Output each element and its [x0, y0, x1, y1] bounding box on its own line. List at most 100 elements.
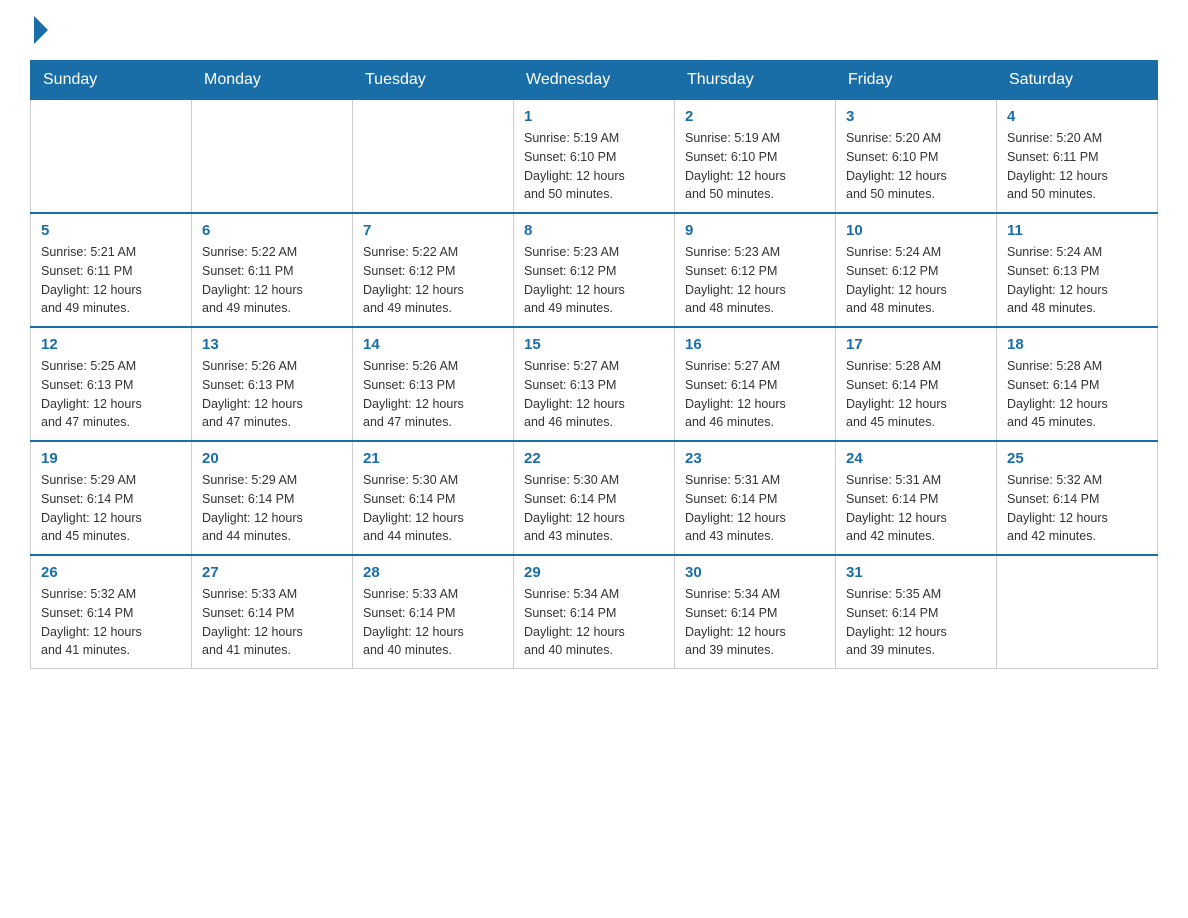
calendar-cell: 23 Sunrise: 5:31 AM Sunset: 6:14 PM Dayli… — [675, 441, 836, 555]
day-number: 22 — [524, 450, 664, 467]
calendar-week-row: 12 Sunrise: 5:25 AM Sunset: 6:13 PM Dayli… — [31, 327, 1158, 441]
day-info: Sunrise: 5:33 AM Sunset: 6:14 PM Dayligh… — [363, 585, 503, 660]
day-info: Sunrise: 5:33 AM Sunset: 6:14 PM Dayligh… — [202, 585, 342, 660]
day-number: 20 — [202, 450, 342, 467]
calendar-cell: 20 Sunrise: 5:29 AM Sunset: 6:14 PM Dayli… — [192, 441, 353, 555]
day-info: Sunrise: 5:21 AM Sunset: 6:11 PM Dayligh… — [41, 243, 181, 318]
day-number: 13 — [202, 336, 342, 353]
day-info: Sunrise: 5:28 AM Sunset: 6:14 PM Dayligh… — [1007, 357, 1147, 432]
calendar-header-wednesday: Wednesday — [514, 61, 675, 100]
day-info: Sunrise: 5:32 AM Sunset: 6:14 PM Dayligh… — [1007, 471, 1147, 546]
day-number: 19 — [41, 450, 181, 467]
calendar-cell: 1Sunrise: 5:19 AM Sunset: 6:10 PM Daylig… — [514, 100, 675, 214]
calendar-cell — [31, 100, 192, 214]
day-info: Sunrise: 5:35 AM Sunset: 6:14 PM Dayligh… — [846, 585, 986, 660]
day-number: 5 — [41, 222, 181, 239]
calendar-cell: 13 Sunrise: 5:26 AM Sunset: 6:13 PM Dayli… — [192, 327, 353, 441]
day-number: 1 — [524, 108, 664, 125]
calendar-header-saturday: Saturday — [997, 61, 1158, 100]
day-info: Sunrise: 5:34 AM Sunset: 6:14 PM Dayligh… — [524, 585, 664, 660]
calendar-week-row: 26 Sunrise: 5:32 AM Sunset: 6:14 PM Dayli… — [31, 555, 1158, 669]
calendar-cell: 5 Sunrise: 5:21 AM Sunset: 6:11 PM Daylig… — [31, 213, 192, 327]
calendar-cell: 25 Sunrise: 5:32 AM Sunset: 6:14 PM Dayli… — [997, 441, 1158, 555]
calendar-header-monday: Monday — [192, 61, 353, 100]
calendar-cell: 21 Sunrise: 5:30 AM Sunset: 6:14 PM Dayli… — [353, 441, 514, 555]
day-info: Sunrise: 5:24 AM Sunset: 6:12 PM Dayligh… — [846, 243, 986, 318]
calendar-cell: 26 Sunrise: 5:32 AM Sunset: 6:14 PM Dayli… — [31, 555, 192, 669]
calendar-week-row: 1 Sunrise: 5:19 AM Sunset: 6:10 PM Daylig… — [31, 100, 1158, 214]
calendar-header-tuesday: Tuesday — [353, 61, 514, 100]
day-info: Sunrise: 5:34 AM Sunset: 6:14 PM Dayligh… — [685, 585, 825, 660]
day-info: Sunrise: 5:20 AM Sunset: 6:10 PM Dayligh… — [846, 129, 986, 204]
day-info: Sunrise: 5:25 AM Sunset: 6:13 PM Dayligh… — [41, 357, 181, 432]
day-info: Sunrise: 5:20 AM Sunset: 6:11 PM Dayligh… — [1007, 129, 1147, 204]
day-number: 14 — [363, 336, 503, 353]
day-info: Sunrise: 5:27 AM Sunset: 6:13 PM Dayligh… — [524, 357, 664, 432]
day-number: 3 — [846, 108, 986, 125]
calendar-header-thursday: Thursday — [675, 61, 836, 100]
calendar-cell: 11Sunrise: 5:24 AM Sunset: 6:13 PM Dayli… — [997, 213, 1158, 327]
day-info: Sunrise: 5:19 AM Sunset: 6:10 PM Dayligh… — [685, 129, 825, 204]
day-number: 26 — [41, 564, 181, 581]
day-info: Sunrise: 5:22 AM Sunset: 6:12 PM Dayligh… — [363, 243, 503, 318]
day-number: 2 — [685, 108, 825, 125]
calendar-cell: 10 Sunrise: 5:24 AM Sunset: 6:12 PM Dayli… — [836, 213, 997, 327]
calendar-cell — [997, 555, 1158, 669]
day-number: 4 — [1007, 108, 1147, 125]
calendar-cell: 28 Sunrise: 5:33 AM Sunset: 6:14 PM Dayli… — [353, 555, 514, 669]
day-info: Sunrise: 5:22 AM Sunset: 6:11 PM Dayligh… — [202, 243, 342, 318]
calendar-cell: 16Sunrise: 5:27 AM Sunset: 6:14 PM Dayli… — [675, 327, 836, 441]
calendar-cell — [353, 100, 514, 214]
calendar-cell: 8 Sunrise: 5:23 AM Sunset: 6:12 PM Daylig… — [514, 213, 675, 327]
day-info: Sunrise: 5:31 AM Sunset: 6:14 PM Dayligh… — [846, 471, 986, 546]
calendar-cell: 19Sunrise: 5:29 AM Sunset: 6:14 PM Dayli… — [31, 441, 192, 555]
calendar-cell: 18 Sunrise: 5:28 AM Sunset: 6:14 PM Dayli… — [997, 327, 1158, 441]
day-number: 12 — [41, 336, 181, 353]
day-number: 21 — [363, 450, 503, 467]
day-number: 8 — [524, 222, 664, 239]
calendar-cell: 6 Sunrise: 5:22 AM Sunset: 6:11 PM Daylig… — [192, 213, 353, 327]
day-number: 11 — [1007, 222, 1147, 239]
day-info: Sunrise: 5:32 AM Sunset: 6:14 PM Dayligh… — [41, 585, 181, 660]
calendar-header-friday: Friday — [836, 61, 997, 100]
calendar-cell: 3 Sunrise: 5:20 AM Sunset: 6:10 PM Daylig… — [836, 100, 997, 214]
calendar-cell: 29Sunrise: 5:34 AM Sunset: 6:14 PM Dayli… — [514, 555, 675, 669]
day-info: Sunrise: 5:29 AM Sunset: 6:14 PM Dayligh… — [202, 471, 342, 546]
calendar-cell: 4 Sunrise: 5:20 AM Sunset: 6:11 PM Daylig… — [997, 100, 1158, 214]
calendar-cell: 30 Sunrise: 5:34 AM Sunset: 6:14 PM Dayli… — [675, 555, 836, 669]
day-info: Sunrise: 5:26 AM Sunset: 6:13 PM Dayligh… — [202, 357, 342, 432]
logo-arrow-icon — [34, 16, 48, 44]
day-info: Sunrise: 5:23 AM Sunset: 6:12 PM Dayligh… — [524, 243, 664, 318]
day-number: 28 — [363, 564, 503, 581]
calendar-table: SundayMondayTuesdayWednesdayThursdayFrid… — [30, 60, 1158, 669]
day-info: Sunrise: 5:28 AM Sunset: 6:14 PM Dayligh… — [846, 357, 986, 432]
day-number: 25 — [1007, 450, 1147, 467]
calendar-cell: 15Sunrise: 5:27 AM Sunset: 6:13 PM Dayli… — [514, 327, 675, 441]
day-number: 9 — [685, 222, 825, 239]
day-info: Sunrise: 5:31 AM Sunset: 6:14 PM Dayligh… — [685, 471, 825, 546]
day-number: 10 — [846, 222, 986, 239]
day-number: 30 — [685, 564, 825, 581]
calendar-cell: 7Sunrise: 5:22 AM Sunset: 6:12 PM Daylig… — [353, 213, 514, 327]
calendar-cell: 22 Sunrise: 5:30 AM Sunset: 6:14 PM Dayli… — [514, 441, 675, 555]
day-number: 31 — [846, 564, 986, 581]
calendar-header-row: SundayMondayTuesdayWednesdayThursdayFrid… — [31, 61, 1158, 100]
calendar-cell: 12 Sunrise: 5:25 AM Sunset: 6:13 PM Dayli… — [31, 327, 192, 441]
logo — [30, 20, 48, 40]
calendar-cell: 17Sunrise: 5:28 AM Sunset: 6:14 PM Dayli… — [836, 327, 997, 441]
day-number: 6 — [202, 222, 342, 239]
day-info: Sunrise: 5:30 AM Sunset: 6:14 PM Dayligh… — [524, 471, 664, 546]
calendar-cell: 2 Sunrise: 5:19 AM Sunset: 6:10 PM Daylig… — [675, 100, 836, 214]
day-number: 24 — [846, 450, 986, 467]
calendar-cell: 31 Sunrise: 5:35 AM Sunset: 6:14 PM Dayli… — [836, 555, 997, 669]
day-number: 16 — [685, 336, 825, 353]
day-info: Sunrise: 5:26 AM Sunset: 6:13 PM Dayligh… — [363, 357, 503, 432]
day-info: Sunrise: 5:30 AM Sunset: 6:14 PM Dayligh… — [363, 471, 503, 546]
day-number: 18 — [1007, 336, 1147, 353]
day-number: 23 — [685, 450, 825, 467]
day-number: 27 — [202, 564, 342, 581]
calendar-week-row: 19 Sunrise: 5:29 AM Sunset: 6:14 PM Dayli… — [31, 441, 1158, 555]
calendar-cell — [192, 100, 353, 214]
calendar-cell: 14 Sunrise: 5:26 AM Sunset: 6:13 PM Dayli… — [353, 327, 514, 441]
day-info: Sunrise: 5:23 AM Sunset: 6:12 PM Dayligh… — [685, 243, 825, 318]
